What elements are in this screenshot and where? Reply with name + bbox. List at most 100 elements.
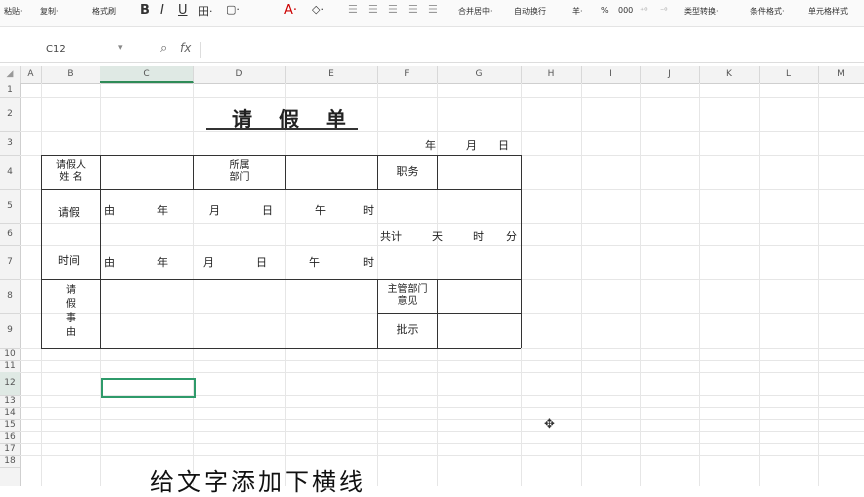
row-header-18[interactable]: 18 xyxy=(0,455,20,468)
cell-style-button[interactable]: 单元格样式 xyxy=(808,6,848,17)
formula-input[interactable] xyxy=(200,42,861,58)
conditional-format-button[interactable]: 条件格式· xyxy=(750,6,785,17)
reason-label-char4: 由 xyxy=(66,327,76,338)
to-by-label: 由 xyxy=(104,256,115,269)
reason-label: 请 假 事 由 xyxy=(42,284,100,340)
type-convert-button[interactable]: 类型转换· xyxy=(684,6,719,17)
row-header-5[interactable]: 5 xyxy=(0,189,20,224)
col-header-h[interactable]: H xyxy=(521,66,582,83)
ribbon-toolbar: 粘贴· 复制· 格式刷 B I U 田· ▢· A· ◇· ☰ ☰ ☰ ☰ ☰ … xyxy=(0,0,864,27)
merge-center-button[interactable]: 合并居中· xyxy=(458,6,493,17)
row-header-9[interactable]: 9 xyxy=(0,313,20,349)
from-by-label: 由 xyxy=(104,204,115,217)
col-header-f[interactable]: F xyxy=(377,66,438,83)
leave-label: 请假 xyxy=(58,206,80,219)
total-hour-label: 时 xyxy=(473,230,484,243)
clear-button[interactable]: ◇· xyxy=(312,3,324,16)
col-header-j[interactable]: J xyxy=(640,66,700,83)
col-header-i[interactable]: I xyxy=(581,66,641,83)
supervisor-label-line2: 意见 xyxy=(397,296,418,307)
copy-button[interactable]: 复制· xyxy=(40,6,59,17)
align-center-icon[interactable]: ☰ xyxy=(368,3,378,16)
video-subtitle: 给文字添加下横线 xyxy=(150,468,366,496)
total-minute-label: 分 xyxy=(506,230,517,243)
applicant-label-line1: 请假人 xyxy=(56,160,86,171)
from-year-label: 年 xyxy=(157,204,168,217)
dept-label-line1: 所属 xyxy=(229,160,250,171)
col-header-b[interactable]: B xyxy=(41,66,101,83)
total-label: 共计 xyxy=(380,230,402,243)
from-hour-label: 时 xyxy=(363,204,374,217)
selected-cell-c12[interactable] xyxy=(101,378,196,398)
zoom-search-icon[interactable]: ⌕ xyxy=(160,41,167,56)
row-header-6[interactable]: 6 xyxy=(0,223,20,246)
applicant-label: 请假人 姓 名 xyxy=(42,160,100,184)
from-day-label: 日 xyxy=(262,204,273,217)
col-header-e[interactable]: E xyxy=(285,66,378,83)
decimal-decrease-icon[interactable]: ⁻⁰ xyxy=(660,6,667,15)
time-label: 时间 xyxy=(58,254,80,267)
from-month-label: 月 xyxy=(209,204,220,217)
paste-button[interactable]: 粘贴· xyxy=(4,6,23,17)
crosshair-cursor-icon: ✥ xyxy=(544,417,555,432)
fill-button[interactable]: ▢· xyxy=(226,3,240,16)
col-header-k[interactable]: K xyxy=(699,66,760,83)
borders-button[interactable]: 田· xyxy=(198,3,213,19)
reason-label-char1: 请 xyxy=(66,285,76,296)
font-color-button[interactable]: A· xyxy=(284,3,297,18)
to-year-label: 年 xyxy=(157,256,168,269)
align-right-icon[interactable]: ☰ xyxy=(388,3,398,16)
thousands-button[interactable]: 000 xyxy=(618,6,633,15)
supervisor-label-line1: 主管部门 xyxy=(387,284,428,295)
col-header-m[interactable]: M xyxy=(818,66,864,83)
title-underline xyxy=(206,128,358,130)
name-box[interactable]: C12 xyxy=(46,44,66,55)
row-header-4[interactable]: 4 xyxy=(0,155,20,190)
reason-label-char3: 事 xyxy=(66,313,76,324)
select-all-corner[interactable]: ◢ xyxy=(0,66,21,83)
underline-button[interactable]: U xyxy=(178,3,188,18)
applicant-label-line2: 姓 名 xyxy=(59,172,83,183)
approval-label: 批示 xyxy=(396,323,419,336)
date-month-label: 月 xyxy=(466,139,477,152)
row-header-7[interactable]: 7 xyxy=(0,245,20,280)
name-box-dropdown-icon[interactable]: ▾ xyxy=(118,43,123,53)
to-day-label: 日 xyxy=(256,256,267,269)
row-header-2[interactable]: 2 xyxy=(0,97,20,132)
to-noon-label: 午 xyxy=(309,256,320,269)
formula-bar: C12 ▾ ⌕ fx xyxy=(0,38,864,63)
supervisor-label: 主管部门 意见 xyxy=(378,284,437,308)
row-header: 1 2 3 4 5 6 7 8 9 10 11 12 13 14 15 16 1… xyxy=(0,83,21,486)
to-month-label: 月 xyxy=(203,256,214,269)
col-header-l[interactable]: L xyxy=(759,66,819,83)
decimal-increase-icon[interactable]: ⁺⁰ xyxy=(640,6,647,15)
fx-icon[interactable]: fx xyxy=(180,41,191,55)
to-hour-label: 时 xyxy=(363,256,374,269)
column-header: ◢ A B C D E F G H I J K L M xyxy=(0,66,864,84)
row-header-8[interactable]: 8 xyxy=(0,279,20,314)
date-day-label: 日 xyxy=(498,139,509,152)
col-header-g[interactable]: G xyxy=(437,66,522,83)
italic-button[interactable]: I xyxy=(160,3,164,18)
percent-button[interactable]: % xyxy=(601,6,609,15)
col-header-a[interactable]: A xyxy=(20,66,42,83)
align-left-icon[interactable]: ☰ xyxy=(348,3,358,16)
justify-icon[interactable]: ☰ xyxy=(408,3,418,16)
row-header-12[interactable]: 12 xyxy=(0,372,20,396)
col-header-c[interactable]: C xyxy=(100,66,194,83)
row-header-1[interactable]: 1 xyxy=(0,83,20,98)
currency-button[interactable]: 羊· xyxy=(572,6,583,17)
dept-label: 所属 部门 xyxy=(194,160,285,184)
wrap-text-button[interactable]: 自动换行 xyxy=(514,6,546,17)
col-header-d[interactable]: D xyxy=(193,66,286,83)
position-label: 职务 xyxy=(396,165,419,178)
reason-label-char2: 假 xyxy=(66,299,76,310)
distribute-icon[interactable]: ☰ xyxy=(428,3,438,16)
dept-label-line2: 部门 xyxy=(229,172,250,183)
total-day-label: 天 xyxy=(432,230,443,243)
from-noon-label: 午 xyxy=(315,204,326,217)
bold-button[interactable]: B xyxy=(140,3,150,18)
date-year-label: 年 xyxy=(425,139,436,152)
row-header-3[interactable]: 3 xyxy=(0,131,20,156)
format-painter-button[interactable]: 格式刷 xyxy=(92,6,116,17)
